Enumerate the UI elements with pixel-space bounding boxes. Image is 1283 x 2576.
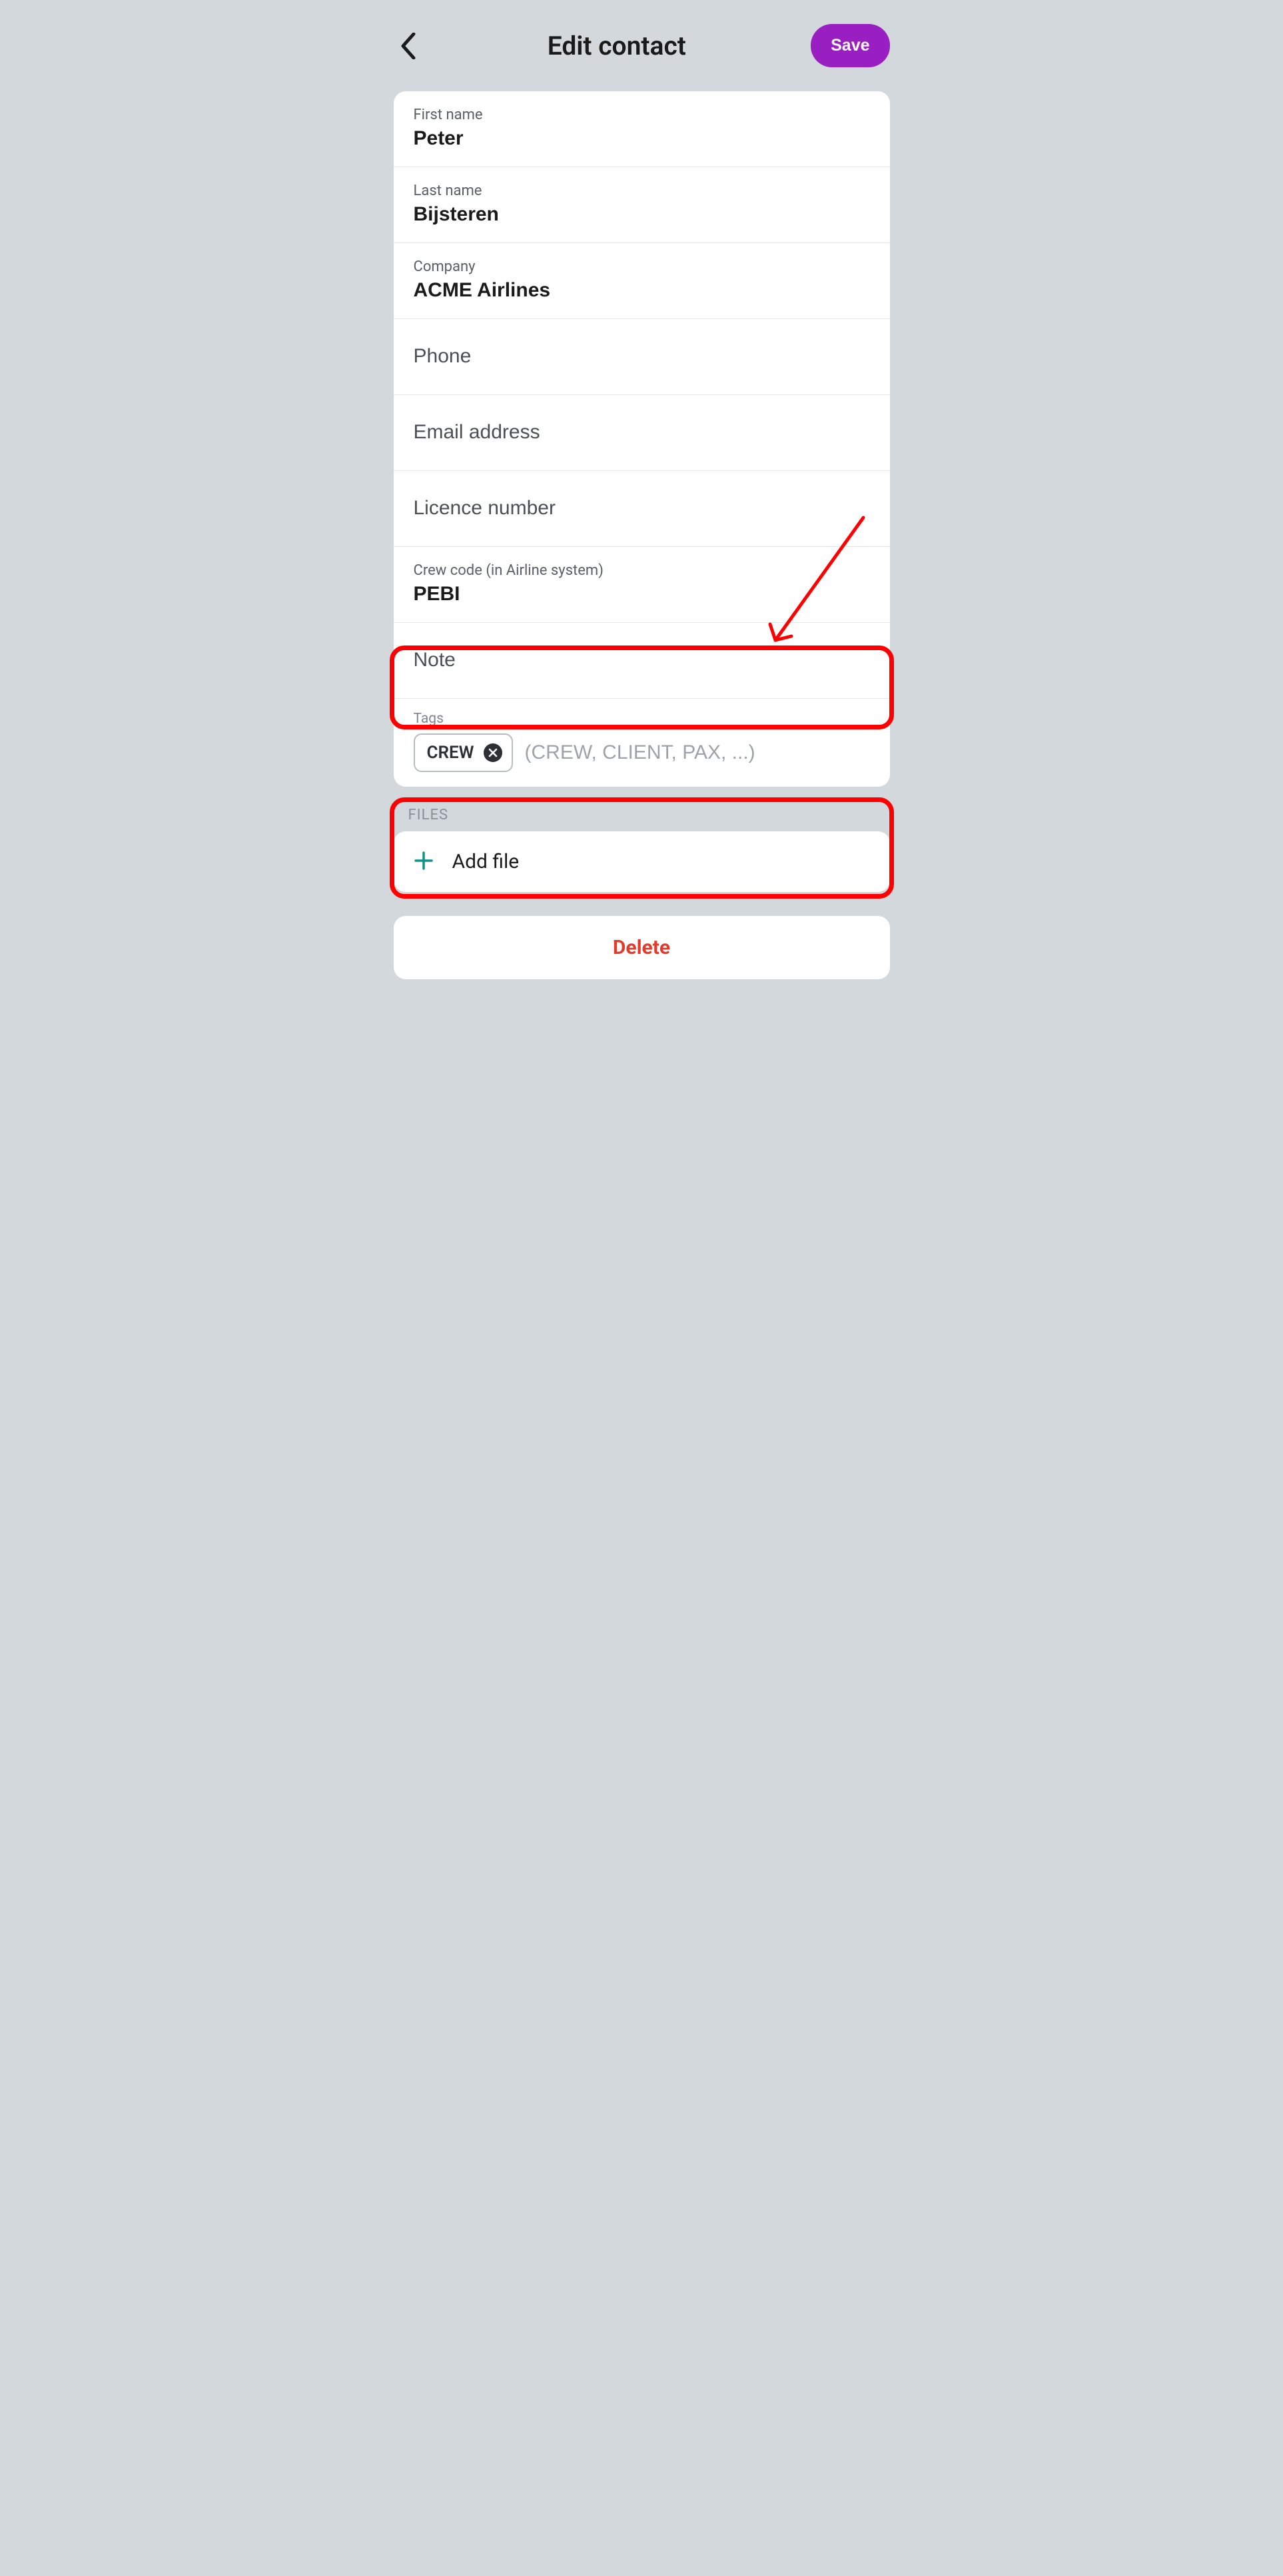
chevron-left-icon <box>400 33 417 59</box>
company-label: Company <box>414 258 870 275</box>
header-bar: Edit contact Save <box>382 0 902 91</box>
contact-form-card: First name Last name Company Crew code (… <box>394 91 890 787</box>
email-row[interactable] <box>394 395 890 471</box>
company-input[interactable] <box>414 279 870 302</box>
tag-chip-crew: CREW <box>414 733 513 772</box>
email-input[interactable] <box>414 421 870 444</box>
page-title: Edit contact <box>423 31 811 61</box>
crew-code-row[interactable]: Crew code (in Airline system) <box>394 547 890 623</box>
tag-remove-button[interactable] <box>484 743 502 762</box>
phone-row[interactable] <box>394 319 890 395</box>
plus-icon <box>414 851 434 873</box>
add-file-label: Add file <box>452 850 520 873</box>
tags-label: Tags <box>414 711 870 727</box>
crew-code-input[interactable] <box>414 583 870 606</box>
tags-input[interactable] <box>525 741 870 764</box>
tags-row[interactable]: Tags CREW <box>394 699 890 787</box>
note-input[interactable] <box>414 649 870 671</box>
last-name-row[interactable]: Last name <box>394 167 890 243</box>
note-row[interactable] <box>394 623 890 699</box>
files-section-label: FILES <box>408 807 902 823</box>
company-row[interactable]: Company <box>394 243 890 319</box>
licence-input[interactable] <box>414 497 870 520</box>
edit-contact-screen: Edit contact Save First name Last name C… <box>382 0 902 1035</box>
delete-button[interactable]: Delete <box>394 916 890 979</box>
back-button[interactable] <box>394 31 423 61</box>
first-name-row[interactable]: First name <box>394 91 890 167</box>
phone-input[interactable] <box>414 345 870 368</box>
crew-code-label: Crew code (in Airline system) <box>414 562 870 579</box>
close-icon <box>488 748 498 757</box>
save-button[interactable]: Save <box>811 24 889 67</box>
last-name-label: Last name <box>414 183 870 199</box>
first-name-label: First name <box>414 107 870 123</box>
licence-row[interactable] <box>394 471 890 547</box>
tag-chip-label: CREW <box>427 743 474 763</box>
add-file-button[interactable]: Add file <box>394 831 890 892</box>
last-name-input[interactable] <box>414 203 870 226</box>
tags-line: CREW <box>414 733 870 772</box>
first-name-input[interactable] <box>414 127 870 150</box>
